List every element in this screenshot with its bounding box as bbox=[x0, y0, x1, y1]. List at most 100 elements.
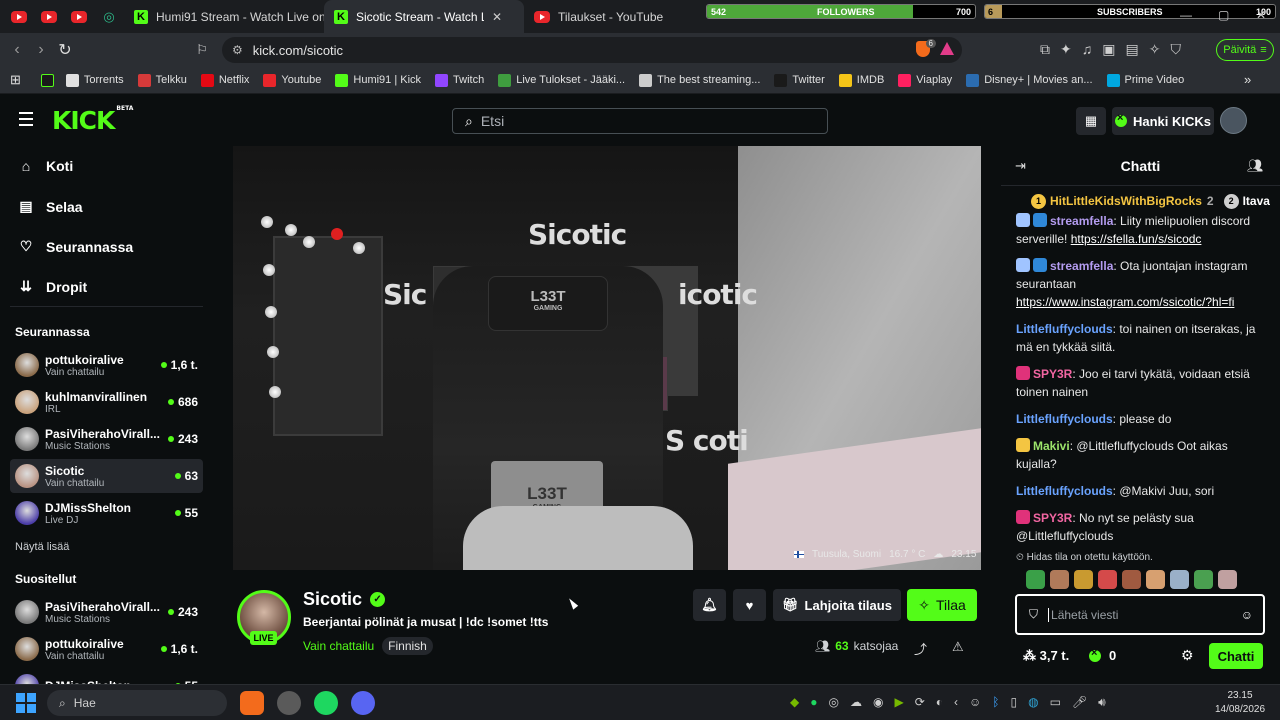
dashboard-button[interactable]: ▦ bbox=[1076, 107, 1106, 135]
channel-item[interactable]: Sicotic Vain chattailu 63 bbox=[10, 459, 203, 493]
send-chat-button[interactable]: Chatti bbox=[1209, 643, 1263, 669]
tray-cloud-icon[interactable]: ☁ bbox=[850, 695, 862, 710]
chat-username[interactable]: Littlefluffyclouds bbox=[1016, 484, 1113, 498]
chat-username[interactable]: streamfella bbox=[1050, 214, 1113, 228]
taskbar-clock[interactable]: 23.15 14/08/2026 bbox=[1210, 689, 1270, 717]
tray-volume-icon[interactable]: 🔊︎ bbox=[1098, 695, 1106, 710]
pinned-tab-youtube-2[interactable] bbox=[34, 0, 64, 33]
tab-humi91[interactable]: K Humi91 Stream - Watch Live on Kick bbox=[124, 0, 324, 33]
chat-username[interactable]: Littlefluffyclouds bbox=[1016, 322, 1113, 336]
show-more-link[interactable]: Näytä lisää bbox=[15, 541, 69, 553]
site-settings-icon[interactable]: ⚙ bbox=[232, 43, 243, 57]
bookmark-r-icon[interactable] bbox=[40, 73, 54, 87]
channel-item[interactable]: pottukoiralive Vain chattailu 1,6 t. bbox=[10, 348, 203, 382]
tray-network-icon[interactable]: ▭ bbox=[1050, 695, 1061, 710]
kicks-points[interactable]: 0 bbox=[1089, 647, 1116, 663]
emote-icon[interactable] bbox=[1146, 570, 1165, 589]
extensions-icon[interactable]: ✦ bbox=[1060, 41, 1072, 58]
bookmark-icon[interactable]: ⚐ bbox=[190, 42, 214, 58]
tray-emoji-icon[interactable]: ☺ bbox=[969, 695, 981, 710]
tray-mic-icon[interactable]: 🎤︎ bbox=[1072, 695, 1087, 710]
follow-button[interactable]: ♥ bbox=[733, 589, 766, 621]
emote-icon[interactable] bbox=[1026, 570, 1045, 589]
bookmark-item[interactable]: IMDB bbox=[838, 73, 884, 87]
channel-item[interactable]: DJMissShelton55 bbox=[10, 669, 203, 684]
emote-icon[interactable] bbox=[1194, 570, 1213, 589]
stream-tag[interactable]: Finnish bbox=[382, 637, 433, 655]
tray-bluetooth-icon[interactable]: ᛒ bbox=[992, 695, 999, 710]
bookmark-item[interactable]: Netflix bbox=[200, 73, 249, 87]
update-button[interactable]: Päivitä ≡ bbox=[1216, 39, 1274, 61]
tray-usb-icon[interactable]: ▯ bbox=[1010, 695, 1017, 710]
address-bar[interactable]: ⚙ kick.com/sicotic 6 bbox=[222, 37, 962, 63]
gifter-name-2[interactable]: Itava bbox=[1243, 194, 1270, 208]
channel-item[interactable]: pottukoiralive Vain chattailu 1,6 t. bbox=[10, 632, 203, 666]
emote-icon[interactable] bbox=[1074, 570, 1093, 589]
apps-grid-icon[interactable]: ⊞ bbox=[10, 72, 21, 88]
tab-youtube-subscriptions[interactable]: Tilaukset - YouTube bbox=[524, 0, 689, 33]
pinned-tab-youtube-3[interactable] bbox=[64, 0, 94, 33]
hamburger-menu-icon[interactable] bbox=[19, 112, 33, 130]
tray-nvidia-icon[interactable]: ◆ bbox=[790, 695, 799, 710]
bookmark-item[interactable]: Viaplay bbox=[898, 73, 952, 87]
gift-subscription-button[interactable]: 🎁︎ Lahjoita tilaus bbox=[773, 589, 901, 621]
notifications-button[interactable]: 🔔︎ bbox=[693, 589, 726, 621]
bookmark-item[interactable]: Live Tulokset - Jääki... bbox=[498, 73, 625, 87]
bookmark-item[interactable]: Youtube bbox=[263, 73, 321, 87]
tray-steam-icon[interactable]: ◉ bbox=[873, 695, 883, 710]
emote-icon[interactable] bbox=[1218, 570, 1237, 589]
emote-icon[interactable] bbox=[1050, 570, 1069, 589]
tab-close-icon[interactable]: ✕ bbox=[492, 10, 502, 24]
bookmark-item[interactable]: Torrents bbox=[65, 73, 124, 87]
minimize-icon[interactable]: — bbox=[1180, 8, 1192, 22]
chat-username[interactable]: streamfella bbox=[1050, 259, 1113, 273]
close-window-icon[interactable]: ✕ bbox=[1256, 8, 1266, 22]
tray-edge-icon[interactable]: ◍ bbox=[1028, 695, 1038, 710]
chat-username[interactable]: Makivi bbox=[1033, 439, 1070, 453]
emote-icon[interactable] bbox=[1122, 570, 1141, 589]
discord-icon[interactable] bbox=[351, 691, 375, 715]
chat-username[interactable]: Littlefluffyclouds bbox=[1016, 412, 1113, 426]
sidebar-icon[interactable]: ▣ bbox=[1102, 41, 1115, 58]
nav-drops[interactable]: ⇊ Dropit bbox=[19, 278, 87, 295]
bookmark-item[interactable]: Humi91 | Kick bbox=[335, 73, 421, 87]
share-icon[interactable]: ⤴ bbox=[914, 639, 927, 658]
chat-input[interactable]: ⛉ Lähetä viesti ☺ bbox=[1015, 594, 1265, 635]
chat-users-icon[interactable]: 👥︎ bbox=[1247, 158, 1264, 174]
brave-rewards-icon[interactable] bbox=[940, 42, 954, 55]
chat-username[interactable]: SPY3R bbox=[1033, 367, 1072, 381]
bookmark-item[interactable]: Telkku bbox=[137, 73, 187, 87]
screenshot-icon[interactable]: ⧉ bbox=[1040, 41, 1050, 58]
emote-icon[interactable] bbox=[1170, 570, 1189, 589]
emote-icon[interactable] bbox=[1098, 570, 1117, 589]
nav-following[interactable]: ♡ Seurannassa bbox=[19, 238, 133, 255]
user-avatar[interactable] bbox=[1220, 107, 1247, 134]
tray-spotify-icon[interactable]: ● bbox=[810, 695, 817, 710]
back-icon[interactable]: ‹ bbox=[5, 41, 29, 59]
obs-icon[interactable] bbox=[277, 691, 301, 715]
chat-settings-icon[interactable]: ⚙ bbox=[1181, 647, 1194, 664]
channel-item[interactable]: kuhlmanvirallinen IRL 686 bbox=[10, 385, 203, 419]
bookmark-item[interactable]: Twitch bbox=[435, 73, 484, 87]
subscribe-button[interactable]: ✧ Tilaa bbox=[907, 589, 977, 621]
reload-icon[interactable]: ↻ bbox=[53, 40, 77, 60]
channel-item[interactable]: PasiViherahoVirall... Music Stations 243 bbox=[10, 595, 203, 629]
kick-logo[interactable]: KICK BETA bbox=[52, 105, 133, 135]
bookmark-item[interactable]: The best streaming... bbox=[639, 73, 760, 87]
stream-category[interactable]: Vain chattailu bbox=[303, 639, 374, 653]
vpn-icon[interactable]: ⛉ bbox=[1170, 41, 1181, 58]
media-icon[interactable]: ♫ bbox=[1082, 41, 1093, 58]
video-player[interactable]: Sicotic Sic icotic S coti L33T GAMING L33… bbox=[233, 146, 981, 570]
nav-home[interactable]: ⌂ Koti bbox=[19, 158, 73, 174]
spotify-icon[interactable] bbox=[314, 691, 338, 715]
get-kicks-button[interactable]: Hanki KICKs bbox=[1112, 107, 1214, 135]
gifter-name-1[interactable]: HitLittleKidsWithBigRocks bbox=[1050, 194, 1202, 208]
pinned-tab-app[interactable]: ◎ bbox=[94, 0, 124, 33]
emoji-icon[interactable]: ☺ bbox=[1241, 608, 1253, 622]
windows-start-icon[interactable] bbox=[16, 693, 36, 713]
tray-sync-icon[interactable]: ⟳ bbox=[915, 695, 925, 710]
chat-message-link[interactable]: https://sfella.fun/s/sicodc bbox=[1071, 232, 1202, 246]
tray-app-icon[interactable]: ◎ bbox=[828, 695, 838, 710]
search-input[interactable]: ⌕ Etsi bbox=[452, 108, 828, 134]
bookmark-item[interactable]: Prime Video bbox=[1106, 73, 1184, 87]
